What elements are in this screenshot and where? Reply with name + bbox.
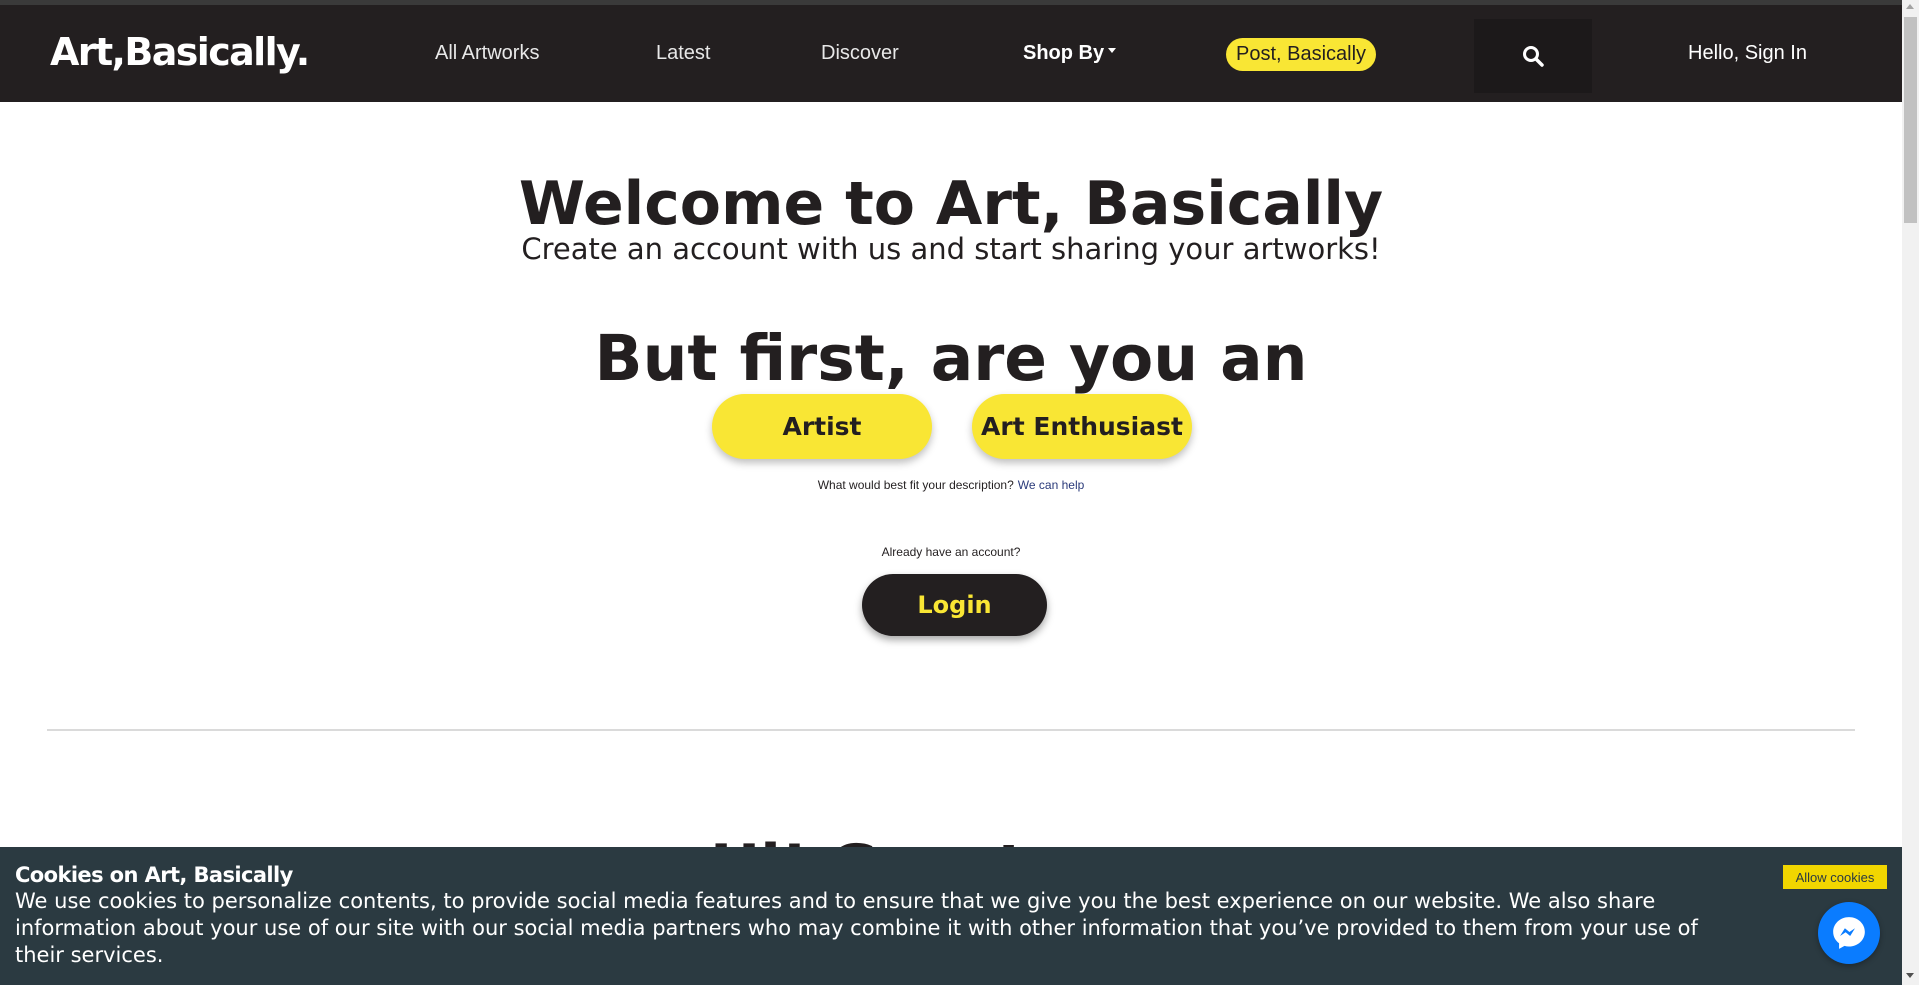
cookie-banner: Cookies on Art, Basically We use cookies…: [0, 847, 1902, 985]
section-divider: [47, 729, 1855, 731]
scroll-up-arrow-icon[interactable]: [1906, 4, 1914, 9]
role-hint: What would best fit your description? We …: [0, 478, 1902, 492]
search-button[interactable]: [1474, 19, 1592, 93]
caret-down-icon: [1108, 48, 1117, 54]
nav-shop-by-dropdown[interactable]: Shop By: [1023, 42, 1117, 65]
scroll-down-arrow-icon[interactable]: [1906, 973, 1914, 978]
login-button[interactable]: Login: [862, 574, 1047, 636]
cookie-text: We use cookies to personalize contents, …: [15, 889, 1698, 967]
navbar: Art,Basically. All Artworks Latest Disco…: [0, 5, 1902, 102]
messenger-icon: [1833, 917, 1865, 949]
we-can-help-link[interactable]: We can help: [1018, 478, 1085, 492]
nav-all-artworks[interactable]: All Artworks: [435, 42, 539, 65]
nav-discover[interactable]: Discover: [821, 42, 899, 65]
allow-cookies-button[interactable]: Allow cookies: [1783, 865, 1887, 889]
role-hint-text: What would best fit your description?: [817, 478, 1014, 492]
role-question: But first, are you an: [594, 322, 1308, 395]
already-account-text: Already have an account?: [881, 545, 1021, 559]
scrollbar-thumb[interactable]: [1904, 17, 1917, 223]
messenger-chat-button[interactable]: [1818, 902, 1880, 964]
nav-latest[interactable]: Latest: [656, 42, 710, 65]
post-button[interactable]: Post, Basically: [1226, 38, 1377, 71]
page-subtitle: Create an account with us and start shar…: [521, 232, 1381, 266]
nav-shop-by-label: Shop By: [1023, 42, 1105, 64]
cookie-title: Cookies on Art, Basically: [15, 863, 293, 887]
search-icon: [1523, 46, 1544, 67]
sign-in-link[interactable]: Hello, Sign In: [1688, 42, 1807, 65]
page-title: Welcome to Art, Basically: [518, 169, 1384, 239]
art-enthusiast-button[interactable]: Art Enthusiast: [972, 394, 1192, 459]
artist-button[interactable]: Artist: [712, 394, 932, 459]
brand-logo[interactable]: Art,Basically.: [50, 30, 310, 74]
